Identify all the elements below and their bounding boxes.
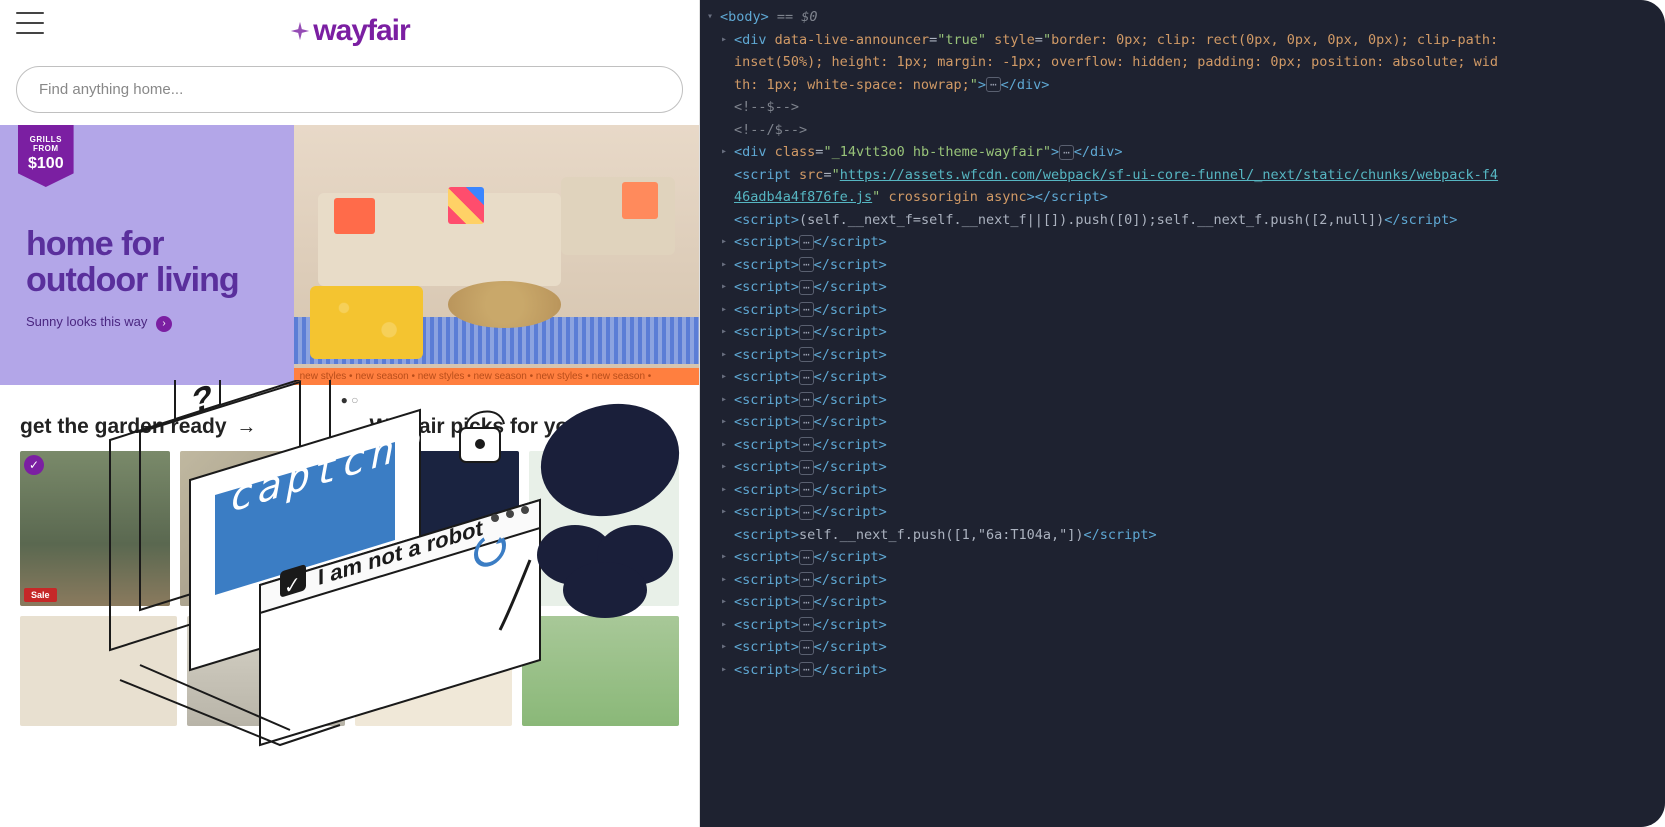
picks-section: Wayfair picks for you → xyxy=(370,415,680,606)
dom-node[interactable]: <script>self.__next_f.push([1,"6a:T104a,… xyxy=(704,524,1661,547)
wayfair-page: wayfair Find anything home... GRILLS FRO… xyxy=(0,0,700,827)
dom-node-cont[interactable]: th: 1px; white-space: nowrap;">⋯</div> xyxy=(704,74,1661,97)
verified-check-icon: ✓ xyxy=(191,620,211,640)
dom-node[interactable]: <script>⋯</script> xyxy=(704,231,1661,254)
product-tile[interactable] xyxy=(370,451,520,606)
arrow-right-icon: → xyxy=(591,416,611,438)
dom-node[interactable]: <script>⋯</script> xyxy=(704,591,1661,614)
arrow-right-icon: → xyxy=(236,416,256,438)
dom-node[interactable]: <script>⋯</script> xyxy=(704,659,1661,682)
arrow-right-icon: › xyxy=(156,316,172,332)
product-tile[interactable] xyxy=(180,451,330,606)
dom-node[interactable]: <script>⋯</script> xyxy=(704,546,1661,569)
dom-node[interactable]: <body> == $0 xyxy=(704,6,1661,29)
dom-node[interactable]: <script>⋯</script> xyxy=(704,569,1661,592)
dom-node[interactable]: <script src="https://assets.wfcdn.com/we… xyxy=(704,164,1661,187)
search-input[interactable]: Find anything home... xyxy=(16,66,683,113)
dom-node[interactable]: <script>⋯</script> xyxy=(704,501,1661,524)
product-tile[interactable]: ✓ Sale xyxy=(20,451,170,606)
dom-node[interactable]: <script>⋯</script> xyxy=(704,636,1661,659)
header: wayfair xyxy=(0,0,699,54)
hero-subtitle-link[interactable]: Sunny looks this way › xyxy=(26,314,286,332)
product-tile[interactable] xyxy=(355,616,512,726)
dom-node[interactable]: <script>⋯</script> xyxy=(704,479,1661,502)
hero-text-area: GRILLS FROM $100 home for outdoor living… xyxy=(0,125,294,385)
ticker-strip: new styles • new season • new styles • n… xyxy=(294,368,699,385)
brand-name: wayfair xyxy=(313,14,409,47)
grills-price-badge: GRILLS FROM $100 xyxy=(18,125,74,187)
dom-node[interactable]: <script>⋯</script> xyxy=(704,411,1661,434)
dom-node[interactable]: <script>⋯</script> xyxy=(704,276,1661,299)
dom-comment[interactable]: <!--$--> xyxy=(704,96,1661,119)
dom-node[interactable]: <div class="_14vtt3o0 hb-theme-wayfair">… xyxy=(704,141,1661,164)
dom-node[interactable]: <script>⋯</script> xyxy=(704,389,1661,412)
product-tile[interactable] xyxy=(529,451,679,606)
dom-node-cont[interactable]: 46adb4a4f876fe.js" crossorigin async></s… xyxy=(704,186,1661,209)
dom-node[interactable]: <script>⋯</script> xyxy=(704,344,1661,367)
wayfair-pinwheel-icon xyxy=(289,20,311,42)
hero-banner[interactable]: GRILLS FROM $100 home for outdoor living… xyxy=(0,125,699,385)
dom-node[interactable]: <script>⋯</script> xyxy=(704,321,1661,344)
dom-node[interactable]: <script>⋯</script> xyxy=(704,366,1661,389)
dom-comment[interactable]: <!--/$--> xyxy=(704,119,1661,142)
devtools-elements-panel[interactable]: <body> == $0<div data-live-announcer="tr… xyxy=(700,0,1665,827)
logo[interactable]: wayfair xyxy=(16,14,683,48)
dom-node[interactable]: <script>⋯</script> xyxy=(704,456,1661,479)
section-heading[interactable]: Wayfair picks for you → xyxy=(370,415,680,439)
verified-check-icon: ✓ xyxy=(24,455,44,475)
dom-node[interactable]: <script>⋯</script> xyxy=(704,254,1661,277)
dom-node-cont[interactable]: inset(50%); height: 1px; margin: -1px; o… xyxy=(704,51,1661,74)
hero-headline: home for outdoor living xyxy=(26,227,286,298)
hero-image xyxy=(294,125,699,385)
dom-node[interactable]: <script>⋯</script> xyxy=(704,434,1661,457)
dom-node[interactable]: <script>⋯</script> xyxy=(704,299,1661,322)
dom-node[interactable]: <script>⋯</script> xyxy=(704,614,1661,637)
product-tile[interactable]: ✓ xyxy=(187,616,344,726)
dom-node[interactable]: <script>(self.__next_f=self.__next_f||[]… xyxy=(704,209,1661,232)
product-tile[interactable] xyxy=(522,616,679,726)
carousel-dots[interactable]: ● ○ xyxy=(0,385,699,415)
sale-badge: Sale xyxy=(24,588,57,602)
section-heading[interactable]: get the garden ready → xyxy=(20,415,330,439)
garden-section: get the garden ready → ✓ Sale xyxy=(20,415,330,606)
product-tile[interactable] xyxy=(20,616,177,726)
dom-node[interactable]: <div data-live-announcer="true" style="b… xyxy=(704,29,1661,52)
